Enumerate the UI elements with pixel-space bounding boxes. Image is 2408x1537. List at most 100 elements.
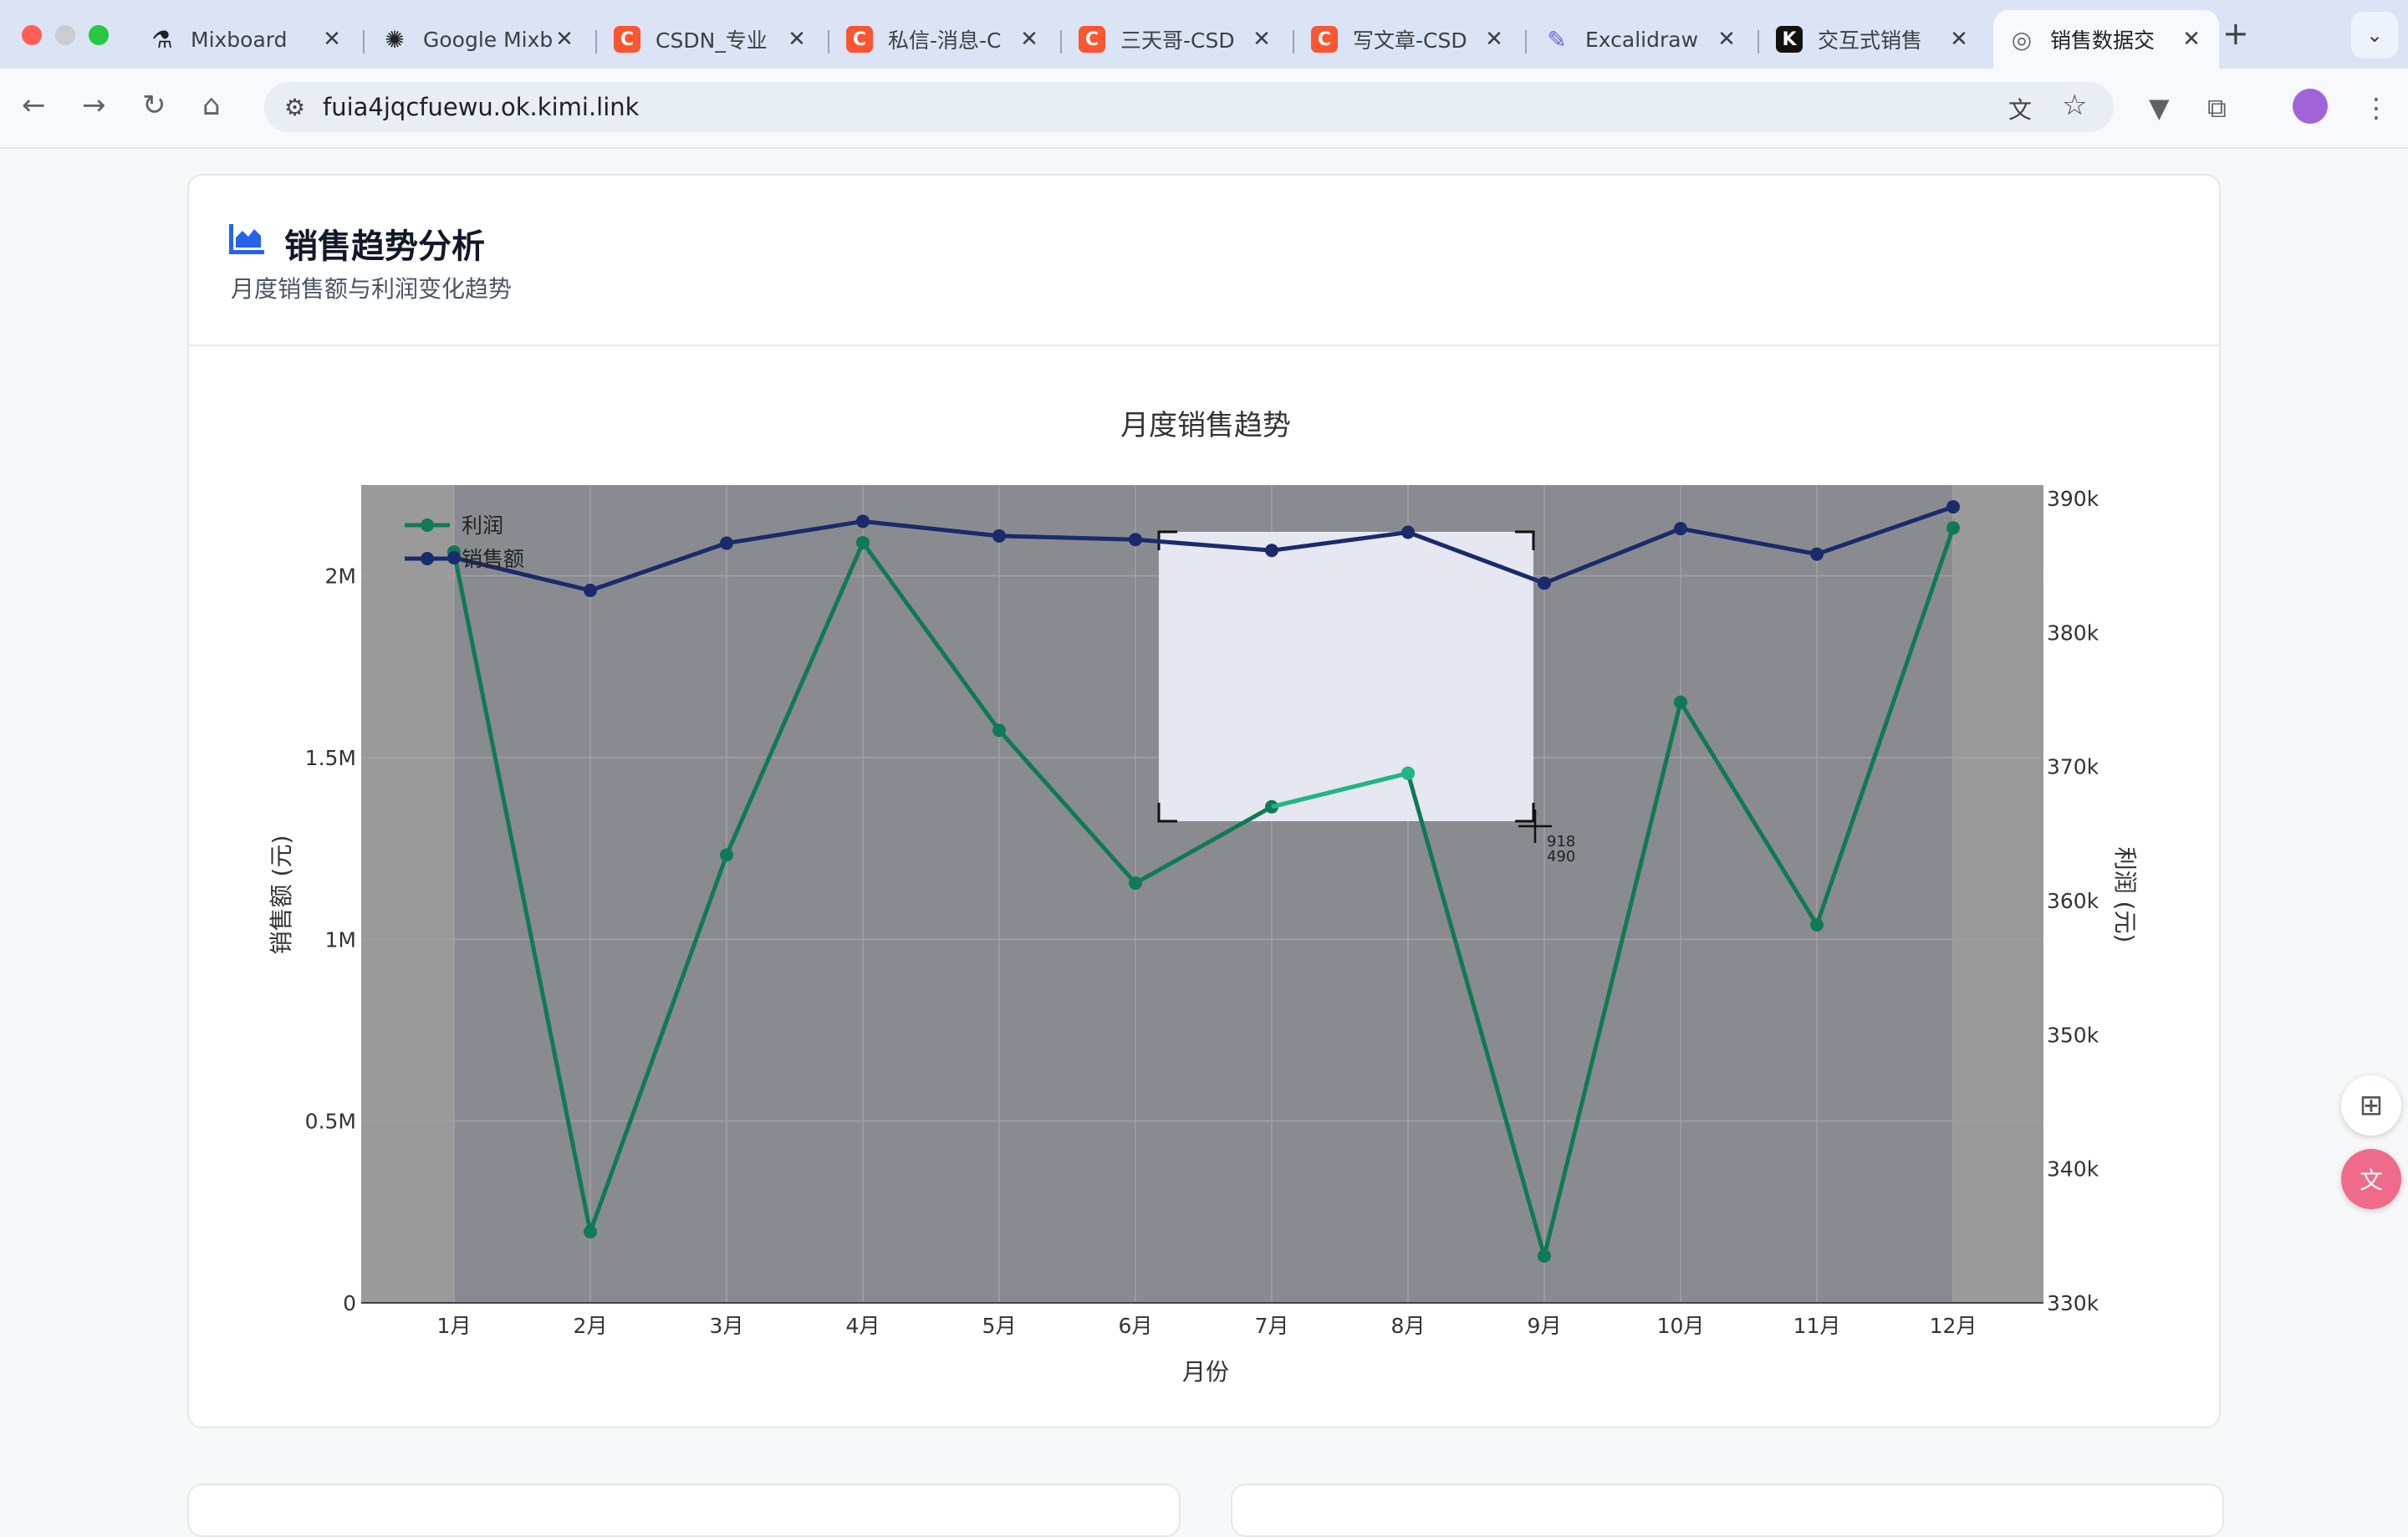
- x-tick-label: 5月: [982, 1314, 1017, 1338]
- tab-title: Excalidraw: [1585, 27, 1699, 52]
- browser-tab[interactable]: C CSDN_专业 ✕: [599, 10, 824, 69]
- extensions-icon[interactable]: ⧉: [2207, 92, 2227, 125]
- site-settings-icon[interactable]: ⚙: [284, 94, 305, 121]
- data-point: [1401, 766, 1415, 780]
- menu-icon[interactable]: ⋮: [2363, 92, 2390, 124]
- kimi-icon: K: [1776, 26, 1803, 53]
- tab-strip: ⚗ Mixboard ✕ ✺ Google Mixb ✕ C CSDN_专业 ✕ C 私信-消息-C…: [134, 10, 2308, 69]
- y2-axis-title: 利润 (元): [2111, 847, 2139, 943]
- vpn-extension-icon[interactable]: ▼: [2149, 92, 2170, 124]
- translate-float-button[interactable]: 文: [2341, 1149, 2401, 1209]
- data-point: [992, 723, 1006, 738]
- browser-tab[interactable]: ⚗ Mixboard ✕: [134, 10, 360, 69]
- tab-close-icon[interactable]: ✕: [1714, 27, 1739, 52]
- csdn-icon: C: [1079, 26, 1105, 53]
- tab-close-icon[interactable]: ✕: [1017, 27, 1042, 52]
- tab-separator: [828, 30, 829, 54]
- y2-tick-label: 330k: [2047, 1291, 2099, 1315]
- tab-title: 销售数据交: [2050, 28, 2155, 53]
- browser-tab[interactable]: C 三天哥-CSD ✕: [1064, 10, 1289, 69]
- tab-search-button[interactable]: ⌄: [2351, 12, 2398, 59]
- x-axis-title: 月份: [1182, 1358, 1229, 1386]
- browser-tab[interactable]: K 交互式销售 ✕: [1761, 10, 1987, 69]
- y2-tick-label: 360k: [2047, 889, 2099, 913]
- tab-title: 私信-消息-C: [888, 28, 1002, 53]
- browser-tab[interactable]: C 私信-消息-C ✕: [831, 10, 1057, 69]
- sales-trend-card: 销售趋势分析 月度销售额与利润变化趋势 月度销售趋势 0 0.5M 1M 1.5M 2M…: [187, 174, 2221, 1428]
- tab-separator: [595, 30, 597, 54]
- y-tick-label: 0.5M: [305, 1110, 356, 1134]
- data-point: [1674, 695, 1687, 709]
- tab-title: CSDN_专业: [656, 28, 768, 53]
- x-tick-label: 9月: [1528, 1314, 1562, 1338]
- x-tick-label: 2月: [574, 1314, 608, 1338]
- y2-tick-label: 370k: [2047, 755, 2099, 779]
- browser-tab[interactable]: ✺ Google Mixb ✕: [366, 10, 592, 69]
- data-point: [992, 529, 1006, 543]
- browser-tab[interactable]: ✎ Excalidraw ✕: [1528, 10, 1754, 69]
- y-tick-label: 1M: [325, 927, 356, 952]
- tab-close-icon[interactable]: ✕: [1946, 27, 1972, 52]
- url-text[interactable]: fuia4jqcfuewu.ok.kimi.link: [323, 93, 639, 121]
- legend-label: 利润: [462, 513, 503, 538]
- tab-title: 交互式销售: [1818, 28, 1923, 53]
- card-header: 销售趋势分析 月度销售额与利润变化趋势: [189, 176, 2219, 346]
- tab-title: 写文章-CSD: [1353, 28, 1467, 53]
- back-button[interactable]: ←: [22, 89, 46, 122]
- excalidraw-icon: ✎: [1547, 25, 1567, 54]
- data-point: [1674, 522, 1687, 536]
- profile-avatar[interactable]: [2293, 89, 2328, 124]
- tab-close-icon[interactable]: ✕: [1249, 27, 1274, 52]
- new-tab-button[interactable]: +: [2222, 15, 2249, 52]
- data-point: [856, 514, 870, 529]
- legend-label: 销售额: [462, 547, 524, 571]
- tab-close-icon[interactable]: ✕: [784, 27, 809, 52]
- zoom-selection-box: [1159, 532, 1533, 821]
- y2-tick-label: 380k: [2047, 620, 2099, 645]
- x-tick-label: 3月: [710, 1314, 744, 1338]
- reload-button[interactable]: ↻: [142, 89, 166, 122]
- y-tick-label: 1.5M: [305, 746, 356, 770]
- y-tick-label: 0: [343, 1291, 356, 1315]
- x-tick-label: 7月: [1255, 1314, 1289, 1338]
- x-tick-label: 4月: [846, 1314, 880, 1338]
- tab-title: Google Mixb: [423, 27, 552, 52]
- data-point: [720, 848, 733, 862]
- close-window-button[interactable]: [22, 25, 42, 45]
- tab-close-icon[interactable]: ✕: [552, 27, 577, 52]
- x-tick-label: 1月: [437, 1314, 472, 1338]
- sales-trend-chart: 月度销售趋势 0 0.5M 1M 1.5M 2M 330k 340k 350k 360k 370k…: [268, 409, 2139, 1386]
- data-point: [1538, 1248, 1551, 1263]
- tab-title: 三天哥-CSD: [1120, 28, 1235, 53]
- globe-icon: ◎: [2011, 25, 2033, 54]
- bookmark-star-icon[interactable]: ☆: [2062, 89, 2087, 122]
- data-point: [1129, 533, 1142, 547]
- address-bar[interactable]: ⚙ fuia4jqcfuewu.ok.kimi.link 文 ☆: [264, 82, 2114, 132]
- bottom-left-card: [187, 1483, 1181, 1537]
- translate-icon[interactable]: 文: [2008, 92, 2032, 125]
- y-tick-label: 2M: [325, 564, 356, 589]
- browser-tab[interactable]: ◎ 销售数据交 ✕: [1993, 10, 2219, 69]
- minimize-window-button[interactable]: [55, 25, 75, 45]
- forward-button[interactable]: →: [82, 89, 106, 122]
- x-tick-label: 8月: [1391, 1314, 1426, 1338]
- tab-close-icon[interactable]: ✕: [319, 27, 344, 52]
- zoom-window-button[interactable]: [89, 25, 109, 45]
- data-point: [720, 536, 733, 550]
- widget-grid-button[interactable]: ⊞: [2341, 1075, 2401, 1136]
- chart-title: 月度销售趋势: [1120, 409, 1291, 442]
- tab-title: Mixboard: [191, 27, 288, 52]
- x-tick-label: 10月: [1657, 1314, 1705, 1338]
- y-axis-title: 销售额 (元): [268, 835, 295, 955]
- x-tick-label: 11月: [1793, 1314, 1841, 1338]
- browser-tab[interactable]: C 写文章-CSD ✕: [1296, 10, 1522, 69]
- tab-close-icon[interactable]: ✕: [2179, 27, 2204, 52]
- tab-separator: [363, 30, 365, 54]
- data-point: [1946, 500, 1960, 514]
- data-point: [1946, 521, 1960, 535]
- card-title: 销售趋势分析: [284, 227, 485, 266]
- data-point: [1129, 876, 1142, 891]
- home-icon[interactable]: ⌂: [202, 89, 221, 122]
- bottom-right-card: [1231, 1483, 2224, 1537]
- tab-close-icon[interactable]: ✕: [1482, 27, 1507, 52]
